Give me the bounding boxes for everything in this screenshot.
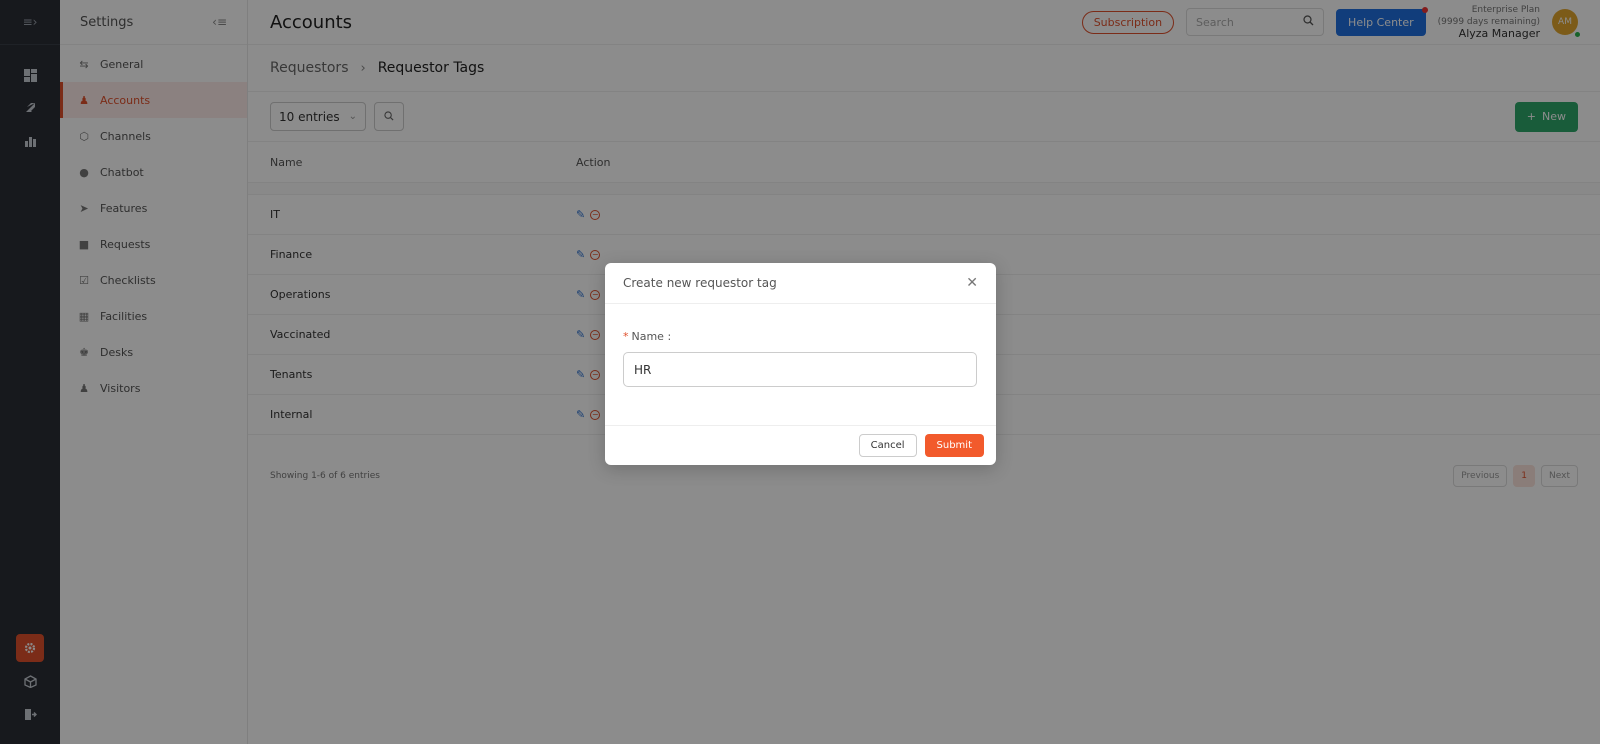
- modal-header: Create new requestor tag ✕: [605, 263, 996, 304]
- modal-title: Create new requestor tag: [623, 276, 777, 290]
- modal-body: * Name : HR: [605, 304, 996, 426]
- cancel-button[interactable]: Cancel: [858, 434, 917, 457]
- close-icon[interactable]: ✕: [966, 275, 978, 291]
- submit-button[interactable]: Submit: [924, 434, 984, 457]
- name-field-value: HR: [634, 362, 652, 377]
- name-label-text: Name :: [631, 330, 672, 343]
- required-mark: *: [623, 330, 629, 343]
- name-field[interactable]: HR: [623, 352, 977, 387]
- name-field-label: * Name :: [623, 330, 978, 343]
- create-tag-modal: Create new requestor tag ✕ * Name : HR Ca…: [605, 263, 996, 465]
- modal-footer: Cancel Submit: [605, 426, 996, 465]
